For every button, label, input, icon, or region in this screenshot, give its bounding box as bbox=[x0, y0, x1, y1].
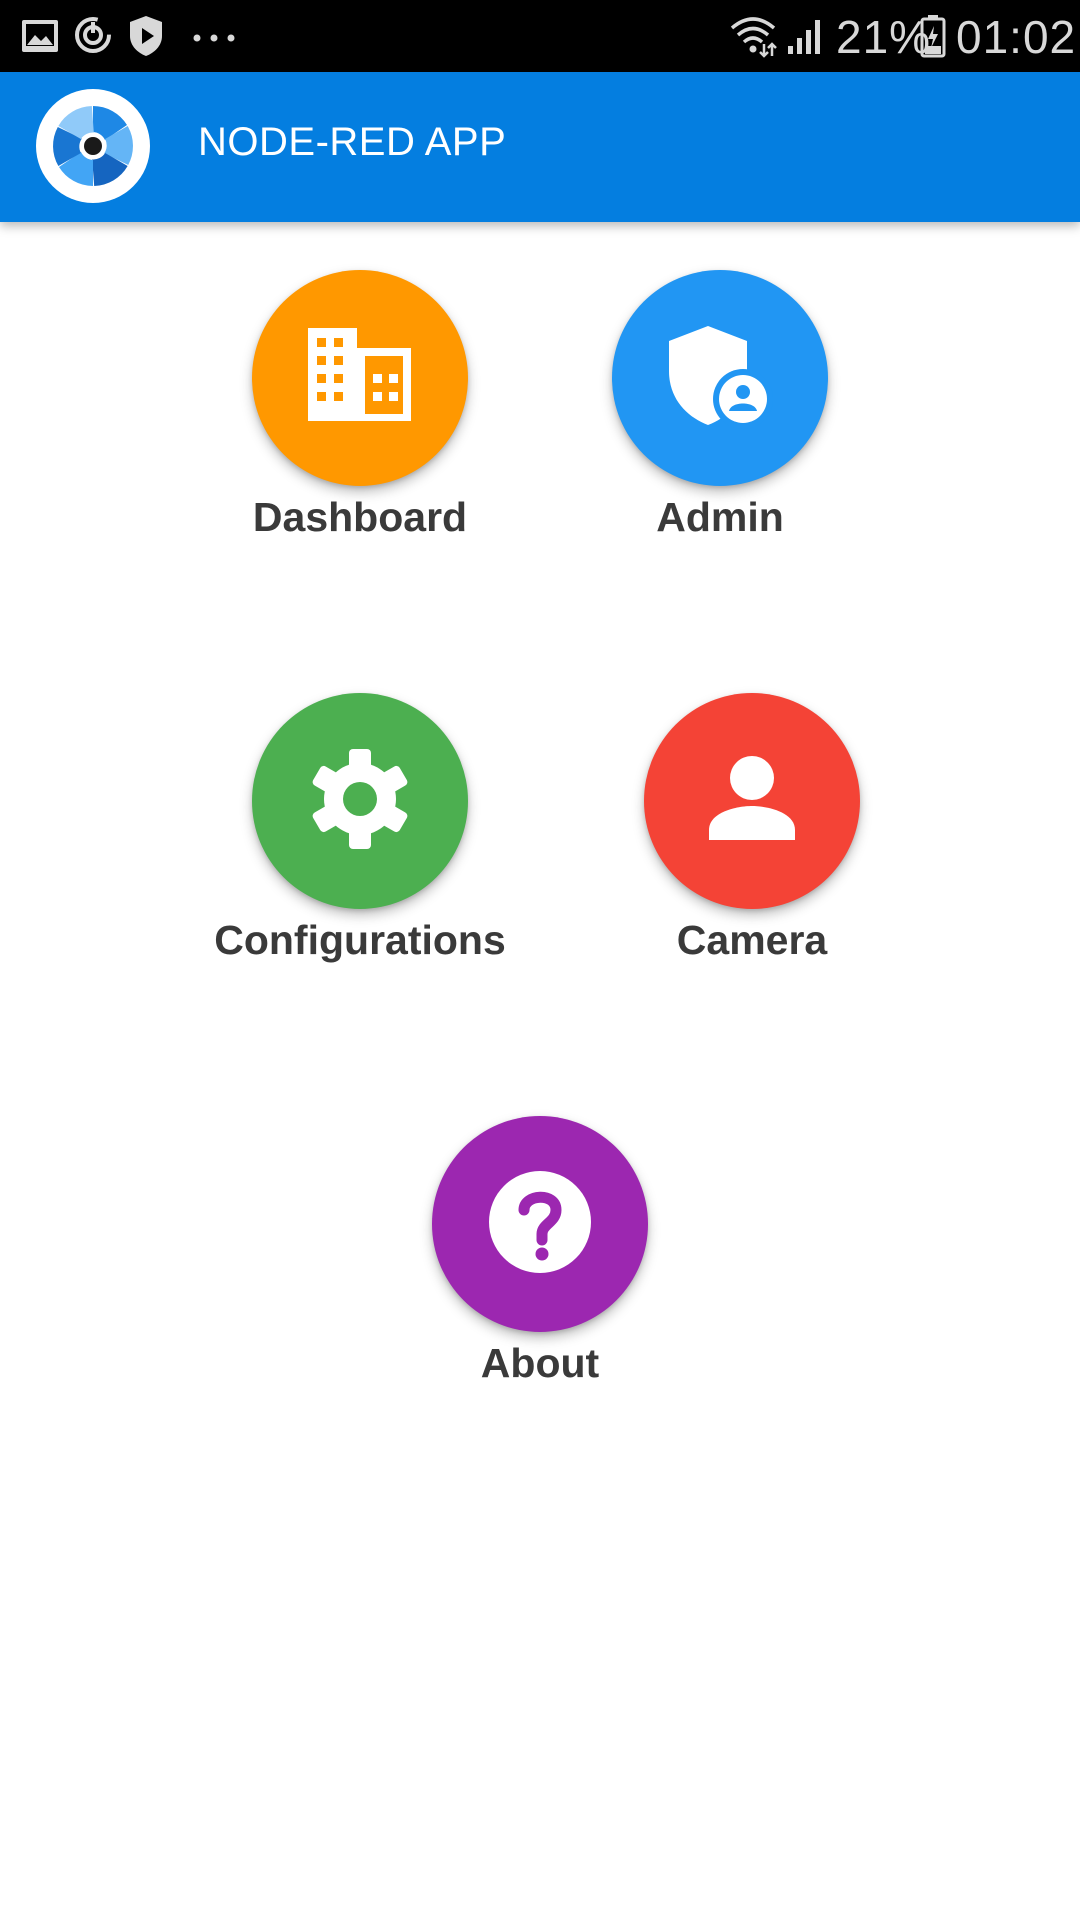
configurations-tile[interactable]: Configurations bbox=[210, 693, 510, 983]
about-button[interactable] bbox=[432, 1116, 648, 1332]
sync-icon bbox=[72, 14, 114, 61]
dashboard-tile[interactable]: Dashboard bbox=[210, 270, 510, 560]
camera-label: Camera bbox=[676, 917, 828, 963]
dashboard-button[interactable] bbox=[252, 270, 468, 486]
more-dots-icon bbox=[192, 30, 236, 48]
configurations-button[interactable] bbox=[252, 693, 468, 909]
admin-tile[interactable]: Admin bbox=[570, 270, 870, 560]
about-label: About bbox=[480, 1340, 600, 1386]
app-bar: NODE-RED APP bbox=[0, 72, 1080, 222]
gallery-icon bbox=[20, 16, 60, 61]
app-logo-icon[interactable] bbox=[36, 89, 150, 203]
shield-play-icon bbox=[128, 14, 164, 63]
admin-button[interactable] bbox=[612, 270, 828, 486]
person-icon bbox=[707, 754, 797, 849]
signal-icon bbox=[786, 16, 826, 61]
battery-icon bbox=[920, 14, 946, 63]
building-icon bbox=[305, 326, 415, 431]
camera-tile[interactable]: Camera bbox=[602, 693, 902, 983]
status-bar: 21% 01:02 bbox=[0, 0, 1080, 72]
dashboard-label: Dashboard bbox=[252, 494, 468, 540]
app-title: NODE-RED APP bbox=[198, 120, 507, 164]
camera-button[interactable] bbox=[644, 693, 860, 909]
help-icon bbox=[488, 1170, 592, 1279]
about-tile[interactable]: About bbox=[390, 1116, 690, 1406]
wifi-icon bbox=[728, 14, 778, 63]
configurations-label: Configurations bbox=[214, 917, 506, 963]
battery-percent: 21% bbox=[836, 11, 932, 63]
admin-shield-icon bbox=[665, 321, 775, 436]
admin-label: Admin bbox=[656, 494, 784, 540]
clock: 01:02 bbox=[956, 11, 1077, 63]
gear-icon bbox=[308, 747, 412, 856]
